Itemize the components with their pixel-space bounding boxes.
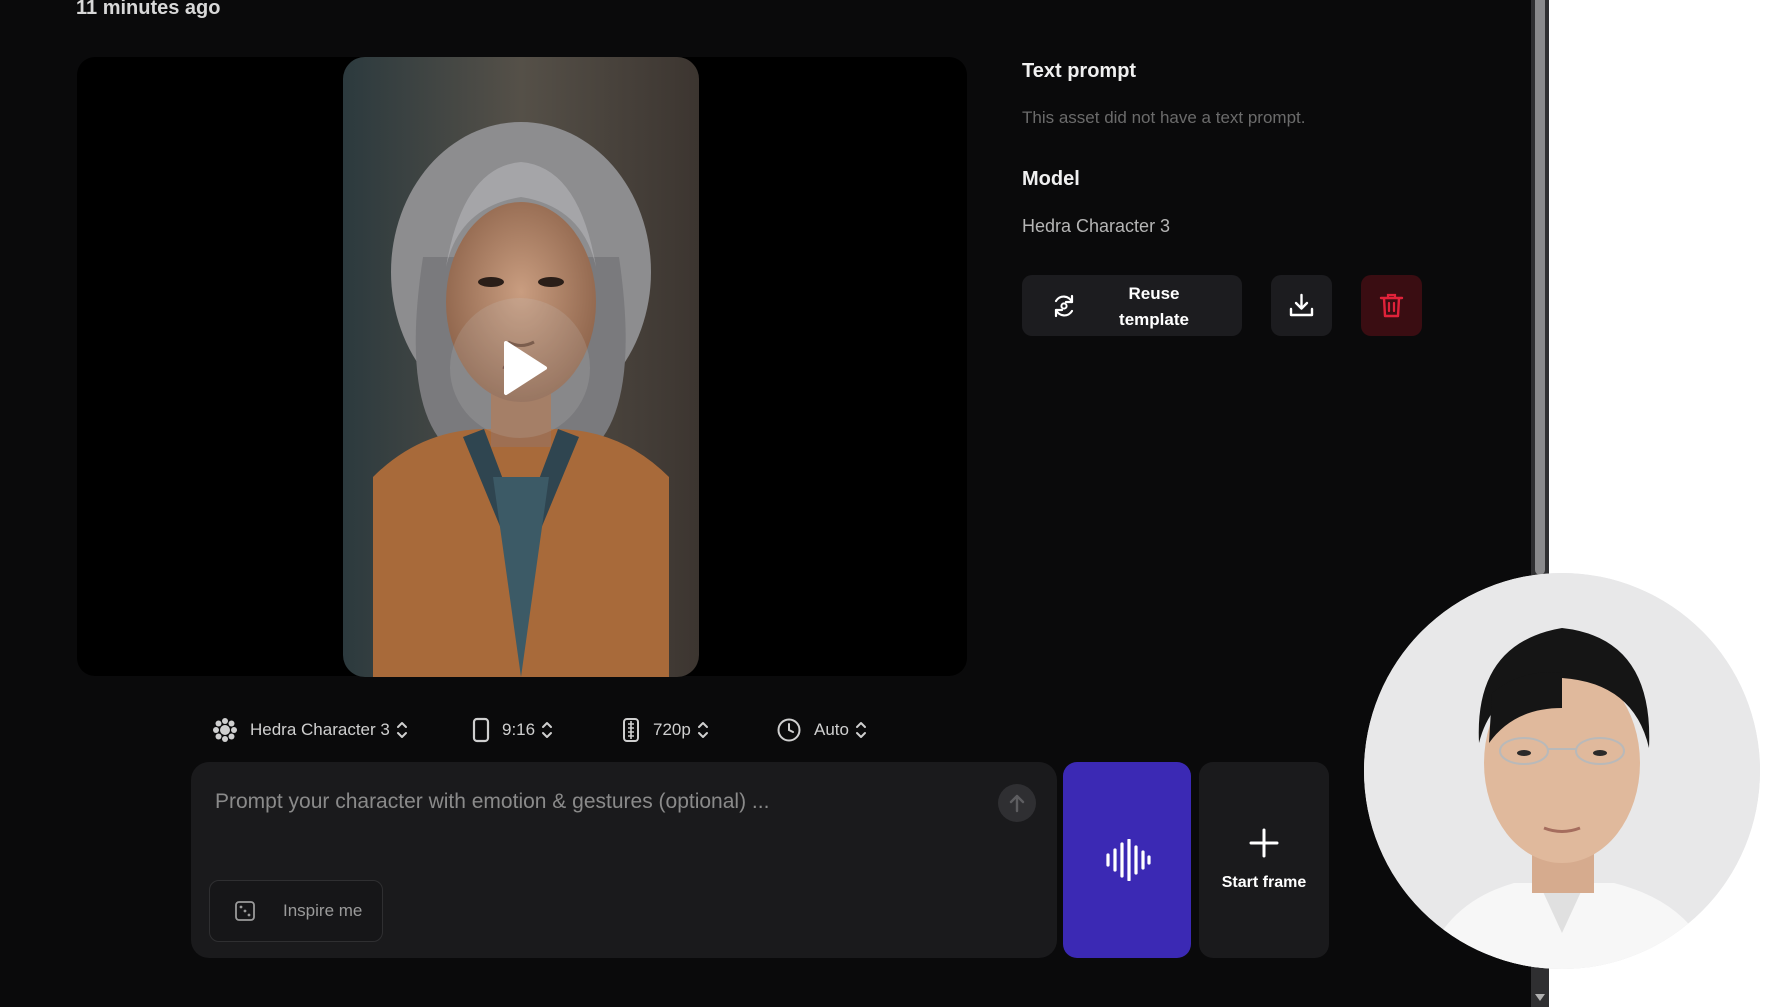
start-frame-button[interactable]: Start frame <box>1199 762 1329 958</box>
clock-icon <box>776 717 802 743</box>
app-window: 11 minutes ago Text prompt This asset di… <box>0 0 1531 1007</box>
trash-icon <box>1379 293 1404 318</box>
chevron-updown-icon <box>396 720 408 740</box>
aspect-ratio-selector[interactable]: 9:16 <box>472 716 553 744</box>
reuse-template-button[interactable]: Reuse template <box>1022 275 1242 336</box>
play-icon <box>504 341 547 395</box>
plus-icon <box>1249 828 1279 858</box>
scrollbar-thumb[interactable] <box>1535 0 1545 575</box>
reuse-template-label: Reuse template <box>1102 281 1206 333</box>
resolution-selector[interactable]: 720p <box>621 716 709 744</box>
start-frame-label: Start frame <box>1221 874 1307 891</box>
scroll-down-arrow-icon[interactable] <box>1535 994 1545 1001</box>
inspire-me-button[interactable]: Inspire me <box>209 880 383 942</box>
reuse-icon <box>1054 294 1074 318</box>
inspire-me-label: Inspire me <box>283 901 363 920</box>
send-button[interactable] <box>998 784 1036 822</box>
webcam-overlay <box>1364 573 1760 969</box>
chevron-updown-icon <box>697 720 709 740</box>
chevron-updown-icon <box>541 720 553 740</box>
text-prompt-value: This asset did not have a text prompt. <box>1022 108 1306 127</box>
model-heading: Model <box>1022 168 1080 190</box>
prompt-input[interactable] <box>215 790 975 814</box>
text-prompt-heading: Text prompt <box>1022 60 1137 82</box>
duration-selector[interactable]: Auto <box>776 716 867 744</box>
download-button[interactable] <box>1271 275 1332 336</box>
model-icon <box>212 717 238 743</box>
play-button[interactable] <box>450 298 590 438</box>
chevron-updown-icon <box>855 720 867 740</box>
model-selector[interactable]: Hedra Character 3 <box>212 716 408 744</box>
audio-waveform-icon <box>1106 839 1151 881</box>
aspect-ratio-label: 9:16 <box>502 720 536 739</box>
download-icon <box>1289 293 1314 317</box>
model-selector-label: Hedra Character 3 <box>250 720 390 739</box>
dice-icon <box>235 901 255 921</box>
model-value: Hedra Character 3 <box>1022 216 1171 236</box>
send-arrow-icon <box>1009 794 1025 813</box>
aspect-ratio-icon <box>472 717 490 743</box>
reuse-label-line2: template <box>1119 310 1189 329</box>
duration-label: Auto <box>814 720 849 739</box>
audio-button[interactable] <box>1063 762 1191 958</box>
resolution-label: 720p <box>653 720 691 739</box>
resolution-icon <box>621 717 641 743</box>
delete-button[interactable] <box>1361 275 1422 336</box>
reuse-label-line1: Reuse <box>1128 284 1180 303</box>
timestamp: 11 minutes ago <box>76 0 221 19</box>
prompt-composer: Inspire me <box>191 762 1057 958</box>
